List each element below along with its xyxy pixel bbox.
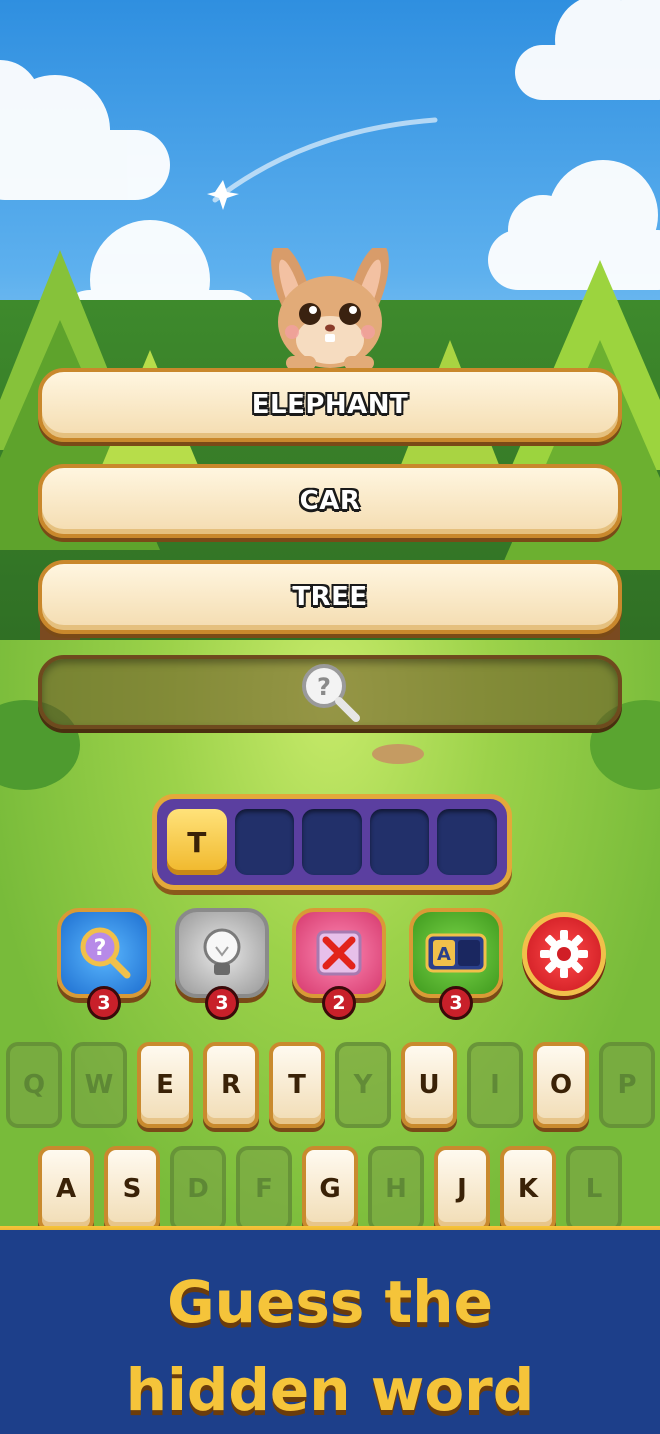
key-s[interactable]: S bbox=[104, 1146, 160, 1232]
gear-icon bbox=[540, 930, 588, 978]
word-label: TREE bbox=[292, 582, 368, 612]
word-label: ELEPHANT bbox=[251, 390, 409, 420]
answer-slot[interactable] bbox=[369, 809, 430, 875]
caption-line-2: hidden word bbox=[125, 1356, 535, 1424]
magnifier-question-icon: ? bbox=[80, 927, 131, 979]
word-card-2: CAR bbox=[38, 464, 622, 538]
svg-text:A: A bbox=[437, 944, 451, 965]
key-l: L bbox=[566, 1146, 622, 1232]
word-label: CAR bbox=[299, 486, 361, 516]
caption-line-1: Guess the bbox=[167, 1268, 493, 1336]
hint-lightbulb-button[interactable]: 3 bbox=[175, 908, 269, 1020]
key-y: Y bbox=[335, 1042, 391, 1128]
key-r[interactable]: R bbox=[203, 1042, 259, 1128]
word-card-3: TREE bbox=[38, 560, 622, 634]
reveal-letter-button[interactable]: A 3 bbox=[409, 908, 503, 1020]
key-w: W bbox=[71, 1042, 127, 1128]
promo-caption: Guess the hidden word bbox=[0, 1258, 660, 1434]
remove-letters-button[interactable]: 2 bbox=[292, 908, 386, 1020]
svg-text:?: ? bbox=[94, 936, 107, 961]
answer-slot[interactable]: T bbox=[167, 809, 227, 875]
svg-text:?: ? bbox=[317, 673, 331, 701]
key-t[interactable]: T bbox=[269, 1042, 325, 1128]
rock bbox=[372, 744, 424, 764]
key-u[interactable]: U bbox=[401, 1042, 457, 1128]
powerup-count-badge: 3 bbox=[439, 986, 473, 1020]
answer-slots: T bbox=[152, 794, 512, 890]
cross-out-icon bbox=[316, 930, 362, 976]
powerup-count-badge: 2 bbox=[322, 986, 356, 1020]
key-h: H bbox=[368, 1146, 424, 1232]
hint-magnifier-button[interactable]: ? 3 bbox=[57, 908, 151, 1020]
powerup-count-badge: 3 bbox=[87, 986, 121, 1020]
answer-slot[interactable] bbox=[302, 809, 362, 875]
key-d: D bbox=[170, 1146, 226, 1232]
letter-reveal-icon: A bbox=[425, 933, 487, 973]
cloud bbox=[515, 0, 660, 100]
word-card-1: ELEPHANT bbox=[38, 368, 622, 442]
key-k[interactable]: K bbox=[500, 1146, 556, 1232]
lightbulb-icon bbox=[203, 928, 241, 975]
powerup-count-badge: 3 bbox=[205, 986, 239, 1020]
key-i: I bbox=[467, 1042, 523, 1128]
answer-slot[interactable] bbox=[437, 809, 497, 875]
answer-slot[interactable] bbox=[234, 809, 295, 875]
cloud bbox=[0, 60, 170, 200]
settings-button[interactable] bbox=[522, 912, 606, 996]
key-a[interactable]: A bbox=[38, 1146, 94, 1232]
hidden-word-card: ? bbox=[38, 655, 622, 729]
key-o[interactable]: O bbox=[533, 1042, 589, 1128]
key-p: P bbox=[599, 1042, 655, 1128]
key-f: F bbox=[236, 1146, 292, 1232]
key-e[interactable]: E bbox=[137, 1042, 193, 1128]
bunny-mascot bbox=[271, 248, 389, 370]
key-j[interactable]: J bbox=[434, 1146, 490, 1232]
key-q: Q bbox=[6, 1042, 62, 1128]
shooting-star-icon bbox=[207, 117, 438, 210]
magnifier-question-icon: ? bbox=[302, 664, 360, 722]
key-g[interactable]: G bbox=[302, 1146, 358, 1232]
